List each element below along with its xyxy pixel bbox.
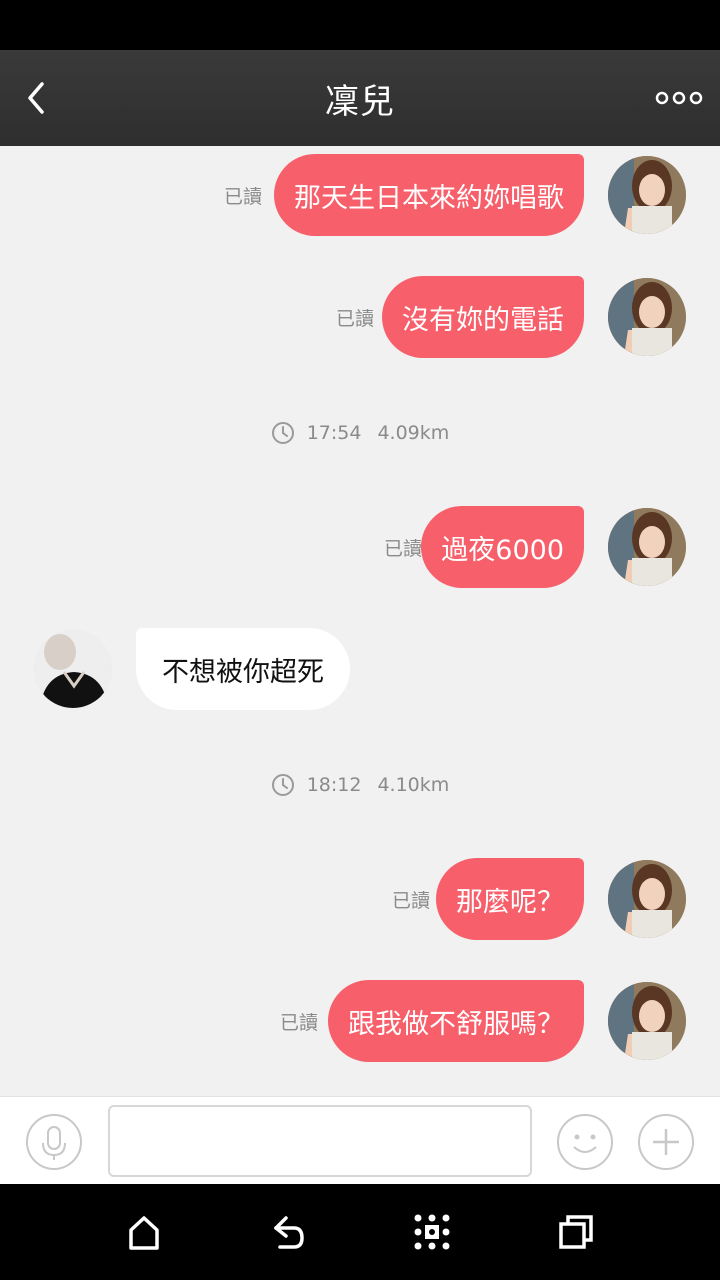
input-bar [0, 1096, 720, 1184]
apps-grid-icon [414, 1214, 450, 1250]
read-receipt: 已讀 [279, 1012, 318, 1034]
message-time: 18:12 [306, 774, 362, 796]
chat-title: 凜兒 [325, 81, 395, 122]
my-avatar[interactable] [608, 982, 686, 1060]
my-avatar[interactable] [608, 156, 686, 234]
message-time: 17:54 [306, 422, 362, 444]
message-input[interactable] [108, 1105, 532, 1177]
read-receipt: 已讀 [383, 538, 422, 560]
my-avatar[interactable] [608, 860, 686, 938]
timestamp-row: 18:12 4.10km [0, 770, 720, 800]
message-row-sent: 已讀 沒有妳的電話 [0, 276, 720, 360]
message-row-sent: 已讀 那天生日本來約妳唱歌 [0, 154, 720, 238]
message-bubble-sent[interactable]: 過夜6000 [421, 506, 584, 588]
emoji-button[interactable] [556, 1113, 614, 1171]
message-bubble-sent[interactable]: 沒有妳的電話 [382, 276, 584, 358]
contact-avatar[interactable] [34, 630, 112, 708]
attach-button[interactable] [637, 1113, 695, 1171]
read-receipt: 已讀 [391, 890, 430, 912]
plus-icon [638, 1114, 694, 1170]
message-row-received: 不想被你超死 [0, 628, 720, 712]
clock-icon [271, 422, 294, 444]
clock-icon [271, 774, 294, 796]
back-arrow-icon [274, 1216, 304, 1249]
message-bubble-sent[interactable]: 那天生日本來約妳唱歌 [274, 154, 584, 236]
nav-back-button[interactable] [268, 1212, 308, 1252]
message-bubble-sent[interactable]: 跟我做不舒服嗎？ [328, 980, 584, 1062]
system-nav-bar [0, 1184, 720, 1280]
distance: 4.10km [377, 774, 450, 796]
back-button[interactable] [14, 74, 58, 122]
voice-button[interactable] [25, 1113, 83, 1171]
more-options-button[interactable] [652, 78, 706, 118]
smiley-icon [557, 1114, 613, 1170]
my-avatar[interactable] [608, 508, 686, 586]
nav-apps-button[interactable] [412, 1212, 452, 1252]
home-icon [129, 1216, 159, 1250]
more-dots-icon [655, 91, 703, 105]
distance: 4.09km [377, 422, 450, 444]
timestamp-row: 17:54 4.09km [0, 418, 720, 448]
read-receipt: 已讀 [223, 186, 262, 208]
message-bubble-received[interactable]: 不想被你超死 [136, 628, 350, 710]
status-bar [0, 0, 720, 50]
message-row-sent: 已讀 那麼呢？ [0, 858, 720, 942]
nav-home-button[interactable] [124, 1212, 164, 1252]
message-row-sent: 已讀 跟我做不舒服嗎？ [0, 980, 720, 1064]
message-row-sent: 已讀 過夜6000 [0, 506, 720, 590]
my-avatar[interactable] [608, 278, 686, 356]
message-bubble-sent[interactable]: 那麼呢？ [436, 858, 584, 940]
chevron-left-icon [28, 82, 44, 114]
title-bar: 凜兒 [0, 50, 720, 146]
chat-area[interactable]: 已讀 那天生日本來約妳唱歌 已讀 沒有妳的電話 17:54 4.09km 已讀 … [0, 146, 720, 1096]
read-receipt: 已讀 [335, 308, 374, 330]
nav-recent-button[interactable] [556, 1212, 596, 1252]
microphone-icon [26, 1114, 82, 1170]
recent-apps-icon [559, 1215, 593, 1249]
